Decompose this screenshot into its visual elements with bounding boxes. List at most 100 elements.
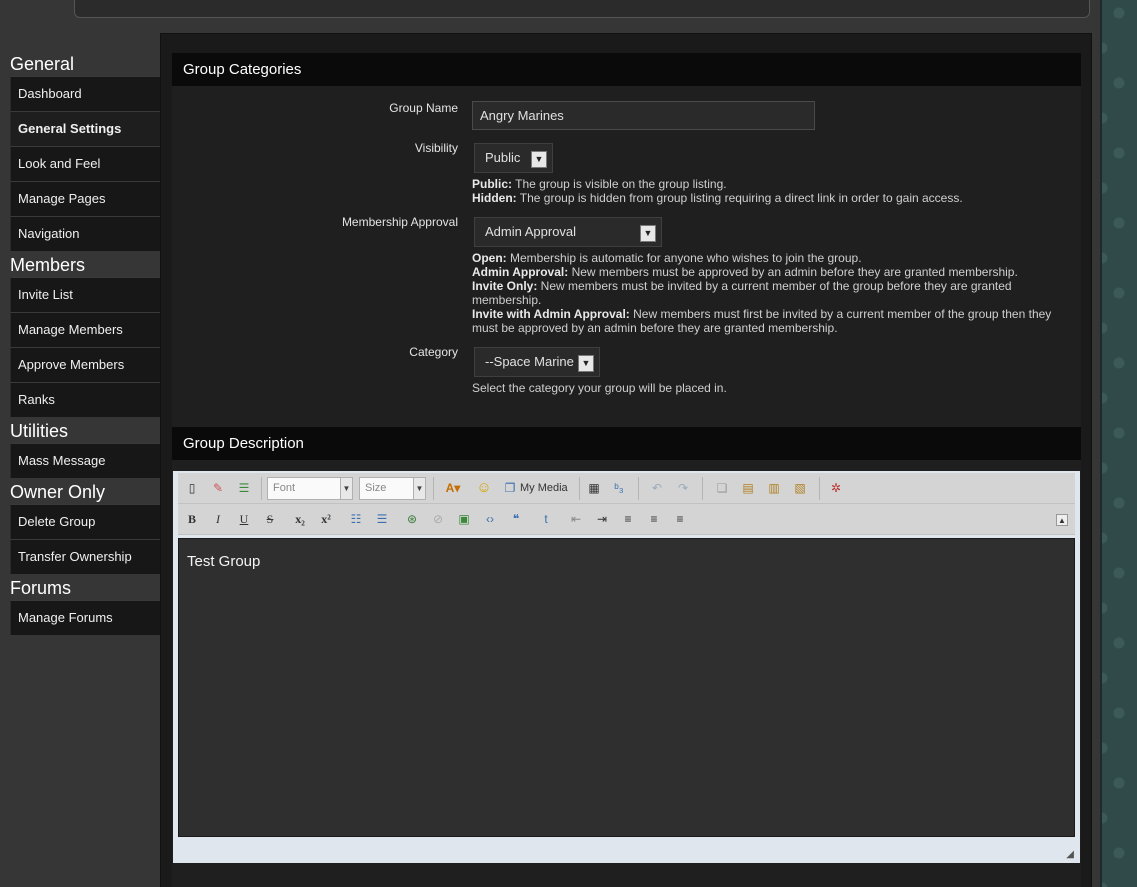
group-name-label: Group Name bbox=[389, 101, 458, 115]
sidebar-item-general-settings[interactable]: General Settings bbox=[10, 111, 161, 146]
sidebar-item-manage-pages[interactable]: Manage Pages bbox=[10, 181, 161, 216]
help-text: Membership is automatic for anyone who w… bbox=[506, 251, 862, 265]
toolbar-separator bbox=[433, 477, 434, 500]
smiley-icon[interactable]: ☺ bbox=[475, 479, 493, 497]
help-term: Hidden: bbox=[472, 191, 517, 205]
top-panel bbox=[74, 0, 1090, 18]
bullet-list-icon[interactable]: ☰ bbox=[373, 510, 391, 528]
category-select[interactable]: --Space Marine ▼ bbox=[474, 347, 600, 377]
align-center-icon[interactable]: ≡ bbox=[645, 510, 663, 528]
editor-content-area[interactable]: Test Group bbox=[178, 538, 1075, 837]
collapse-toolbar-icon[interactable]: ▲ bbox=[1056, 514, 1068, 526]
main-content: Group Categories Group Name Visibility P… bbox=[160, 33, 1092, 887]
quote-icon[interactable]: ❝ bbox=[507, 510, 525, 528]
underline-icon[interactable]: U bbox=[235, 510, 253, 528]
sidebar-group: Dashboard General Settings Look and Feel Ma… bbox=[10, 76, 161, 251]
gift-icon[interactable]: ▦ bbox=[585, 479, 603, 497]
sidebar-item-dashboard[interactable]: Dashboard bbox=[10, 76, 161, 111]
page-background-pattern bbox=[1100, 0, 1137, 887]
sidebar-item-manage-forums[interactable]: Manage Forums bbox=[10, 600, 161, 635]
undo-icon[interactable]: ↶ bbox=[648, 479, 666, 497]
group-name-input[interactable] bbox=[472, 101, 815, 130]
numbered-list-icon[interactable]: ☷ bbox=[347, 510, 365, 528]
chevron-down-icon: ▼ bbox=[578, 355, 594, 372]
align-right-icon[interactable]: ≡ bbox=[671, 510, 689, 528]
sidebar-item-transfer-ownership[interactable]: Transfer Ownership bbox=[10, 539, 161, 574]
visibility-select[interactable]: Public ▼ bbox=[474, 143, 553, 173]
resize-handle-icon[interactable]: ◢ bbox=[1066, 849, 1074, 860]
source-icon[interactable]: ▯ bbox=[183, 479, 201, 497]
help-text: New members must be approved by an admin… bbox=[568, 265, 1018, 279]
help-term: Invite Only: bbox=[472, 279, 538, 293]
chevron-down-icon: ▼ bbox=[340, 478, 352, 499]
italic-icon[interactable]: I bbox=[209, 510, 227, 528]
size-select[interactable]: Size ▼ bbox=[359, 477, 426, 500]
align-left-icon[interactable]: ≡ bbox=[619, 510, 637, 528]
sidebar-nav: General Dashboard General Settings Look and… bbox=[10, 52, 161, 637]
toolbar-separator bbox=[638, 477, 639, 500]
image-icon[interactable]: ▣ bbox=[455, 510, 473, 528]
help-line: Hidden: The group is hidden from group l… bbox=[472, 191, 1072, 205]
group-description-header: Group Description bbox=[172, 427, 1081, 460]
sidebar-item-ranks[interactable]: Ranks bbox=[10, 382, 161, 417]
superscript-icon[interactable]: x² bbox=[317, 510, 335, 528]
font-select-label: Font bbox=[273, 482, 296, 494]
membership-approval-select[interactable]: Admin Approval ▼ bbox=[474, 217, 662, 247]
toolbar-separator bbox=[702, 477, 703, 500]
sidebar-group: Delete Group Transfer Ownership bbox=[10, 504, 161, 574]
translate-icon[interactable]: ᵇ₃ bbox=[610, 479, 628, 497]
subscript-icon[interactable]: x₂ bbox=[291, 510, 309, 528]
copy-icon[interactable]: ❏ bbox=[713, 479, 731, 497]
twitter-icon[interactable]: t bbox=[537, 510, 555, 528]
sidebar-item-invite-list[interactable]: Invite List bbox=[10, 277, 161, 312]
sidebar-item-approve-members[interactable]: Approve Members bbox=[10, 347, 161, 382]
strikethrough-icon[interactable]: S bbox=[261, 510, 279, 528]
sidebar-item-manage-members[interactable]: Manage Members bbox=[10, 312, 161, 347]
membership-approval-label: Membership Approval bbox=[341, 215, 458, 229]
help-line: Public: The group is visible on the grou… bbox=[472, 177, 1072, 191]
unlink-icon[interactable]: ⊘ bbox=[429, 510, 447, 528]
membership-approval-help: Open: Membership is automatic for anyone… bbox=[472, 251, 1062, 335]
help-text: The group is visible on the group listin… bbox=[512, 177, 727, 191]
help-term: Invite with Admin Approval: bbox=[472, 307, 630, 321]
category-select-value: --Space Marine bbox=[485, 354, 574, 369]
indent-icon[interactable]: ⇥ bbox=[593, 510, 611, 528]
sidebar-item-mass-message[interactable]: Mass Message bbox=[10, 443, 161, 478]
link-icon[interactable]: ⊛ bbox=[403, 510, 421, 528]
outdent-icon[interactable]: ⇤ bbox=[567, 510, 585, 528]
paste-word-icon[interactable]: ▧ bbox=[791, 479, 809, 497]
sidebar-heading-utilities: Utilities bbox=[10, 421, 69, 441]
eraser-icon[interactable]: ✎ bbox=[209, 479, 227, 497]
rich-text-editor: ▯ ✎ ☰ Font ▼ Size ▼ A▾ ☺ ❐ My Media ▦ ᵇ₃… bbox=[173, 471, 1080, 863]
size-select-label: Size bbox=[365, 482, 387, 494]
help-line: Invite with Admin Approval: New members … bbox=[472, 307, 1062, 335]
paste-icon[interactable]: ▤ bbox=[739, 479, 757, 497]
group-categories-header: Group Categories bbox=[172, 53, 1081, 86]
visibility-label: Visibility bbox=[414, 141, 458, 155]
redo-icon[interactable]: ↷ bbox=[674, 479, 692, 497]
editor-content-text: Test Group bbox=[187, 553, 261, 570]
help-text: The group is hidden from group listing r… bbox=[516, 191, 963, 205]
toolbar-separator bbox=[579, 477, 580, 500]
sidebar-item-look-and-feel[interactable]: Look and Feel bbox=[10, 146, 161, 181]
bold-icon[interactable]: B bbox=[183, 510, 201, 528]
media-icon[interactable]: ❐ bbox=[501, 479, 519, 497]
help-line: Open: Membership is automatic for anyone… bbox=[472, 251, 1062, 265]
paste-text-icon[interactable]: ▥ bbox=[765, 479, 783, 497]
chevron-down-icon: ▼ bbox=[413, 478, 425, 499]
spellcheck-icon[interactable]: ✲ bbox=[827, 479, 845, 497]
text-color-icon[interactable]: A▾ bbox=[440, 479, 466, 497]
chevron-down-icon: ▼ bbox=[640, 225, 656, 242]
sidebar-item-navigation[interactable]: Navigation bbox=[10, 216, 161, 251]
help-text: New members must be invited by a current… bbox=[472, 279, 1012, 307]
code-icon[interactable]: ‹› bbox=[481, 510, 499, 528]
sidebar-item-delete-group[interactable]: Delete Group bbox=[10, 504, 161, 539]
visibility-select-value: Public bbox=[485, 150, 521, 165]
sidebar-heading-general: General bbox=[10, 54, 75, 74]
sidebar-group: Mass Message bbox=[10, 443, 161, 478]
help-term: Admin Approval: bbox=[472, 265, 569, 279]
font-select[interactable]: Font ▼ bbox=[267, 477, 353, 500]
my-media-label[interactable]: My Media bbox=[520, 479, 568, 497]
insert-row-icon[interactable]: ☰ bbox=[235, 479, 253, 497]
visibility-help: Public: The group is visible on the grou… bbox=[472, 177, 1072, 205]
